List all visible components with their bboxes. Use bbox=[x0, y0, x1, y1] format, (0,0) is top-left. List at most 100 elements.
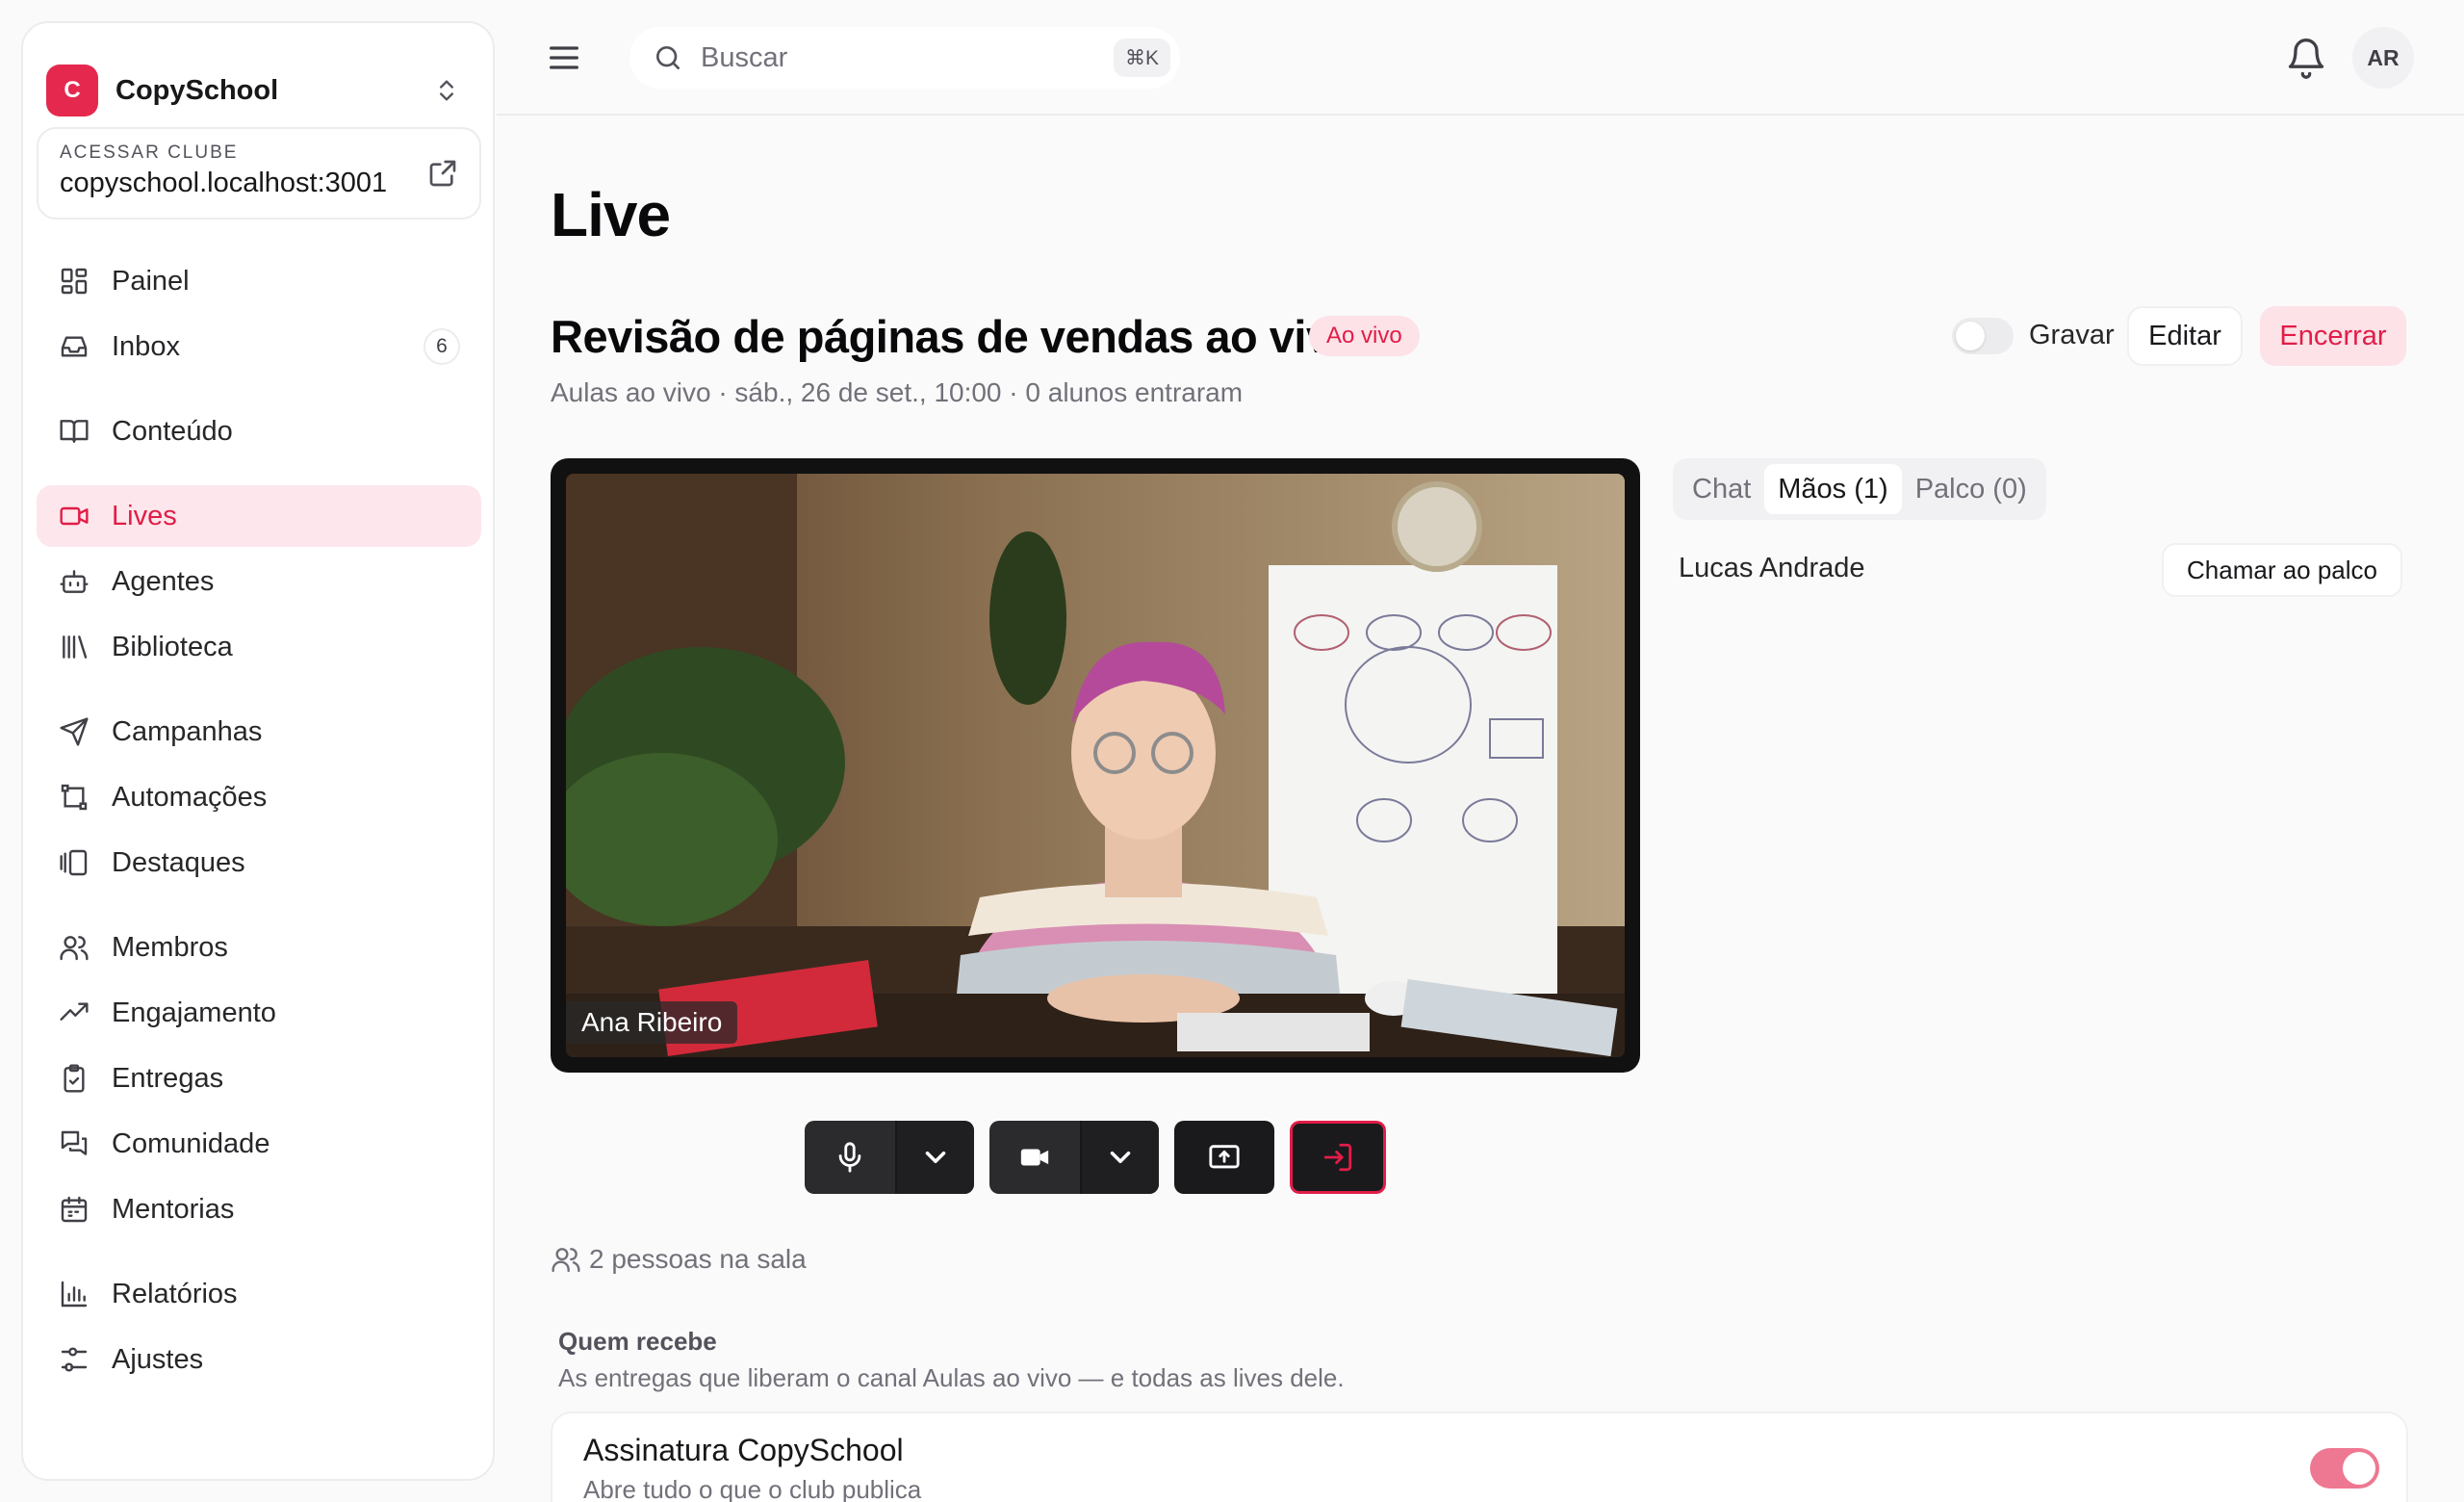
sidebar-item-painel[interactable]: Painel bbox=[37, 250, 481, 312]
users-icon bbox=[552, 1248, 580, 1273]
page-title: Live bbox=[551, 180, 671, 249]
club-label: ACESSAR CLUBE bbox=[60, 142, 239, 163]
camera-toggle-button[interactable] bbox=[989, 1121, 1080, 1194]
send-icon bbox=[58, 715, 90, 748]
leave-room-button[interactable] bbox=[1290, 1121, 1386, 1194]
sidebar-item-label: Conteúdo bbox=[112, 415, 233, 447]
presenter-name-tag: Ana Ribeiro bbox=[566, 1001, 738, 1044]
video-feed: Ana Ribeiro bbox=[566, 474, 1625, 1057]
dashboard-icon bbox=[58, 265, 90, 298]
live-title: Revisão de páginas de vendas ao vivo bbox=[551, 311, 1358, 362]
bot-icon bbox=[58, 565, 90, 598]
chevron-down-icon bbox=[925, 1151, 946, 1164]
sidebar-item-automacoes[interactable]: Automações bbox=[37, 766, 481, 828]
sidebar-item-relatorios[interactable]: Relatórios bbox=[37, 1263, 481, 1325]
sidebar-item-label: Mentorias bbox=[112, 1193, 235, 1225]
room-participants: 2 pessoas na sala bbox=[551, 1244, 807, 1275]
record-label: Gravar bbox=[2029, 320, 2115, 350]
sidebar-item-label: Lives bbox=[112, 500, 177, 531]
status-badge: Ao vivo bbox=[1309, 316, 1420, 356]
raised-hand-user: Lucas Andrade bbox=[1679, 553, 1865, 583]
tab-stage[interactable]: Palco (0) bbox=[1902, 464, 2040, 514]
live-meta: Aulas ao vivo · sáb., 26 de set., 10:00 … bbox=[551, 377, 1244, 407]
sidebar-item-comunidade[interactable]: Comunidade bbox=[37, 1113, 481, 1175]
video-icon bbox=[58, 500, 90, 532]
chevron-down-icon bbox=[1110, 1151, 1131, 1164]
sidebar-item-label: Relatórios bbox=[112, 1278, 238, 1309]
call-to-stage-button[interactable]: Chamar ao palco bbox=[2162, 543, 2402, 597]
brand-name: CopySchool bbox=[116, 74, 279, 106]
edit-button[interactable]: Editar bbox=[2127, 306, 2243, 366]
video-stage: Ana Ribeiro bbox=[551, 458, 1640, 1073]
screen-share-icon bbox=[1209, 1145, 1240, 1169]
sidebar-item-agentes[interactable]: Agentes bbox=[37, 551, 481, 612]
chevron-up-down-icon bbox=[440, 80, 453, 101]
inbox-icon bbox=[58, 330, 90, 363]
sidebar-item-label: Ajustes bbox=[112, 1343, 204, 1375]
external-link-icon[interactable] bbox=[427, 158, 458, 189]
record-toggle[interactable] bbox=[1952, 318, 2014, 354]
workspace-switcher[interactable]: C CopySchool bbox=[46, 44, 474, 137]
clipboard-check-icon bbox=[58, 1062, 90, 1095]
live-panel-tabs: Chat Mãos (1) Palco (0) bbox=[1673, 458, 2046, 520]
sidebar-item-lives[interactable]: Lives bbox=[37, 485, 481, 547]
topbar: ⌘K AR bbox=[497, 0, 2464, 116]
recipients-title: Quem recebe bbox=[558, 1327, 717, 1356]
camera-options-button[interactable] bbox=[1080, 1121, 1159, 1194]
subscription-card: Assinatura CopySchool Abre tudo o que o … bbox=[551, 1411, 2408, 1502]
sidebar-item-biblioteca[interactable]: Biblioteca bbox=[37, 616, 481, 678]
sidebar-item-inbox[interactable]: Inbox 6 bbox=[37, 316, 481, 377]
search-bar[interactable]: ⌘K bbox=[629, 27, 1180, 89]
sliders-icon bbox=[58, 1343, 90, 1376]
sidebar-item-destaques[interactable]: Destaques bbox=[37, 832, 481, 893]
library-icon bbox=[58, 631, 90, 663]
bell-icon[interactable] bbox=[2285, 37, 2327, 79]
club-url: copyschool.localhost:3001 bbox=[60, 168, 388, 198]
menu-icon[interactable] bbox=[545, 39, 583, 77]
users-icon bbox=[58, 931, 90, 964]
brand-logo: C bbox=[46, 65, 98, 117]
tab-chat[interactable]: Chat bbox=[1679, 464, 1764, 514]
bar-chart-icon bbox=[58, 1278, 90, 1310]
sidebar-item-conteudo[interactable]: Conteúdo bbox=[37, 401, 481, 462]
search-icon bbox=[656, 46, 680, 69]
people-count: 2 pessoas na sala bbox=[589, 1244, 807, 1274]
sidebar-item-label: Entregas bbox=[112, 1062, 224, 1094]
sidebar-item-label: Membros bbox=[112, 931, 228, 963]
recipients-description: As entregas que liberam o canal Aulas ao… bbox=[558, 1363, 1345, 1392]
subscription-toggle[interactable] bbox=[2310, 1448, 2379, 1489]
presenter-video-frame bbox=[566, 474, 1625, 1057]
avatar[interactable]: AR bbox=[2352, 27, 2414, 89]
subscription-name: Assinatura CopySchool bbox=[583, 1433, 904, 1467]
sidebar-item-engajamento[interactable]: Engajamento bbox=[37, 982, 481, 1044]
sidebar-item-label: Biblioteca bbox=[112, 631, 233, 662]
sidebar-item-label: Inbox bbox=[112, 330, 180, 362]
mic-control-group bbox=[805, 1121, 974, 1194]
mic-toggle-button[interactable] bbox=[805, 1121, 895, 1194]
calendar-icon bbox=[58, 1193, 90, 1226]
sidebar-item-label: Automações bbox=[112, 781, 268, 813]
leave-group bbox=[1290, 1121, 1386, 1194]
end-live-button[interactable]: Encerrar bbox=[2260, 306, 2406, 366]
share-screen-group bbox=[1174, 1121, 1274, 1194]
search-input[interactable] bbox=[701, 41, 1066, 74]
share-screen-button[interactable] bbox=[1174, 1121, 1274, 1194]
search-shortcut: ⌘K bbox=[1113, 39, 1170, 77]
club-access-card[interactable]: ACESSAR CLUBE copyschool.localhost:3001 bbox=[37, 127, 481, 220]
sidebar-item-entregas[interactable]: Entregas bbox=[37, 1048, 481, 1109]
sidebar-item-membros[interactable]: Membros bbox=[37, 917, 481, 978]
sidebar: C CopySchool ACESSAR CLUBE copyschool.lo… bbox=[21, 21, 495, 1481]
tab-hands[interactable]: Mãos (1) bbox=[1764, 464, 1902, 514]
camera-icon bbox=[1020, 1149, 1049, 1166]
inbox-count-badge: 6 bbox=[424, 328, 460, 365]
mic-options-button[interactable] bbox=[895, 1121, 974, 1194]
messages-icon bbox=[58, 1127, 90, 1160]
sidebar-item-label: Engajamento bbox=[112, 997, 276, 1028]
sidebar-item-ajustes[interactable]: Ajustes bbox=[37, 1329, 481, 1390]
workflow-icon bbox=[58, 781, 90, 814]
sidebar-item-campanhas[interactable]: Campanhas bbox=[37, 701, 481, 763]
book-icon bbox=[58, 415, 90, 448]
sidebar-item-mentorias[interactable]: Mentorias bbox=[37, 1178, 481, 1240]
sidebar-item-label: Comunidade bbox=[112, 1127, 270, 1159]
microphone-icon bbox=[838, 1142, 861, 1173]
